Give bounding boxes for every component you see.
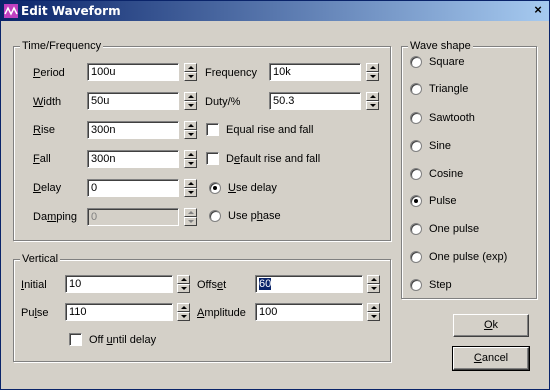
wave-shape-sine-radio[interactable]: [410, 140, 422, 152]
rise-label: Rise: [33, 124, 56, 136]
spin-down-icon[interactable]: [177, 284, 190, 293]
frequency-label: Frequency: [205, 67, 257, 79]
damping-input: 0: [87, 208, 179, 226]
initial-label: Initial: [21, 279, 47, 291]
wave-shape-cosine-label[interactable]: Cosine: [429, 167, 463, 181]
cancel-button[interactable]: Cancel: [452, 346, 530, 371]
amplitude-input[interactable]: 100: [255, 303, 363, 321]
rise-spinner[interactable]: [184, 121, 197, 139]
default-rise-fall-label[interactable]: Default rise and fall: [226, 152, 320, 166]
initial-input[interactable]: 10: [65, 275, 173, 293]
pulse-label: Pulse: [21, 307, 49, 319]
wave-shape-square-label[interactable]: Square: [429, 55, 464, 69]
pulse-spinner[interactable]: [177, 303, 190, 321]
equal-rise-fall-label[interactable]: Equal rise and fall: [226, 123, 313, 137]
equal-rise-fall-checkbox[interactable]: [206, 123, 219, 136]
wave-shape-sawtooth-label[interactable]: Sawtooth: [429, 111, 475, 125]
window-title: Edit Waveform: [21, 4, 121, 18]
use-phase-radio[interactable]: [209, 210, 221, 222]
initial-spinner[interactable]: [177, 275, 190, 293]
width-input[interactable]: 50u: [87, 92, 179, 110]
spin-up-icon[interactable]: [184, 92, 197, 101]
wave-shape-step-radio[interactable]: [410, 279, 422, 291]
spin-down-icon[interactable]: [184, 159, 197, 168]
frequency-spinner[interactable]: [366, 63, 379, 81]
wave-shape-square-radio[interactable]: [410, 56, 422, 68]
spin-up-icon[interactable]: [184, 63, 197, 72]
period-label: Period: [33, 67, 65, 79]
spin-down-icon[interactable]: [177, 312, 190, 321]
wave-shape-triangle-label[interactable]: Triangle: [429, 82, 468, 96]
wave-shape-pulse-radio[interactable]: [410, 195, 422, 207]
delay-label: Delay: [33, 182, 62, 194]
rise-input[interactable]: 300n: [87, 121, 179, 139]
waveform-app-icon: [4, 4, 18, 18]
spin-down-icon[interactable]: [184, 130, 197, 139]
delay-spinner[interactable]: [184, 179, 197, 197]
pulse-input[interactable]: 110: [65, 303, 173, 321]
fall-input[interactable]: 300n: [87, 150, 179, 168]
fall-label: Fall: [33, 153, 51, 165]
duty-input[interactable]: 50.3: [269, 92, 361, 110]
use-delay-radio[interactable]: [209, 182, 221, 194]
width-label: Width: [33, 96, 62, 108]
edit-waveform-dialog: Edit Waveform × Time/Frequency Period 10…: [0, 0, 550, 390]
ok-button[interactable]: Ok: [453, 314, 529, 337]
title-bar: Edit Waveform ×: [1, 1, 549, 21]
width-spinner[interactable]: [184, 92, 197, 110]
wave-shape-one-pulse-exp-radio[interactable]: [410, 251, 422, 263]
fall-spinner[interactable]: [184, 150, 197, 168]
off-until-delay-checkbox[interactable]: [69, 333, 82, 346]
use-delay-label[interactable]: Use delay: [228, 181, 277, 195]
wave-shape-one-pulse-radio[interactable]: [410, 223, 422, 235]
amplitude-spinner[interactable]: [367, 303, 380, 321]
off-until-delay-label[interactable]: Off until delay: [89, 333, 156, 347]
spin-up-icon[interactable]: [184, 150, 197, 159]
spin-down-icon[interactable]: [367, 312, 380, 321]
offset-spinner[interactable]: [367, 275, 380, 293]
duty-label: Duty/%: [205, 96, 241, 108]
spin-down-icon[interactable]: [184, 72, 197, 81]
spin-up-icon[interactable]: [366, 92, 379, 101]
amplitude-label: Amplitude: [197, 307, 246, 319]
spin-down-icon[interactable]: [184, 188, 197, 197]
spin-up-icon[interactable]: [177, 303, 190, 312]
spin-down-icon: [184, 217, 197, 226]
period-spinner[interactable]: [184, 63, 197, 81]
vertical-label: Vertical: [20, 252, 61, 266]
frequency-input[interactable]: 10k: [269, 63, 361, 81]
spin-down-icon[interactable]: [184, 101, 197, 110]
delay-input[interactable]: 0: [87, 179, 179, 197]
damping-label: Damping: [33, 211, 78, 223]
use-phase-label[interactable]: Use phase: [228, 209, 281, 223]
close-icon[interactable]: ×: [530, 3, 546, 17]
time-frequency-label: Time/Frequency: [20, 39, 104, 53]
wave-shape-step-label[interactable]: Step: [429, 278, 452, 292]
damping-spinner: [184, 208, 197, 226]
wave-shape-one-pulse-label[interactable]: One pulse: [429, 222, 479, 236]
wave-shape-label: Wave shape: [408, 39, 473, 53]
spin-down-icon[interactable]: [367, 284, 380, 293]
spin-up-icon[interactable]: [184, 121, 197, 130]
wave-shape-triangle-radio[interactable]: [410, 83, 422, 95]
wave-shape-cosine-radio[interactable]: [410, 168, 422, 180]
offset-input[interactable]: 60: [255, 275, 363, 293]
spin-down-icon[interactable]: [366, 101, 379, 110]
spin-up-icon[interactable]: [366, 63, 379, 72]
spin-up-icon: [184, 208, 197, 217]
period-input[interactable]: 100u: [87, 63, 179, 81]
wave-shape-sine-label[interactable]: Sine: [429, 139, 451, 153]
spin-down-icon[interactable]: [366, 72, 379, 81]
spin-up-icon[interactable]: [177, 275, 190, 284]
spin-up-icon[interactable]: [367, 275, 380, 284]
spin-up-icon[interactable]: [184, 179, 197, 188]
offset-label: Offset: [197, 279, 227, 291]
wave-shape-pulse-label[interactable]: Pulse: [429, 194, 457, 208]
wave-shape-one-pulse-exp-label[interactable]: One pulse (exp): [429, 250, 507, 264]
wave-shape-sawtooth-radio[interactable]: [410, 112, 422, 124]
default-rise-fall-checkbox[interactable]: [206, 152, 219, 165]
spin-up-icon[interactable]: [367, 303, 380, 312]
duty-spinner[interactable]: [366, 92, 379, 110]
